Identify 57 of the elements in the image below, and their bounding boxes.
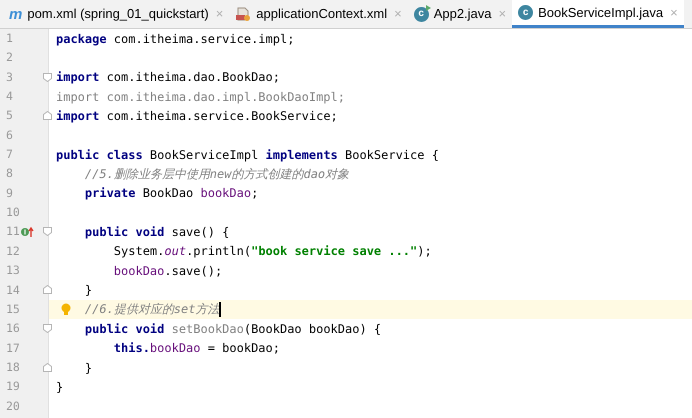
code-line: //6.提供对应的set方法 xyxy=(84,301,220,318)
code-line: import com.itheima.dao.BookDao; xyxy=(56,69,280,86)
code-line: public void setBookDao(BookDao bookDao) { xyxy=(84,320,382,338)
fold-icon[interactable] xyxy=(43,362,52,372)
class-icon: c xyxy=(518,5,534,20)
maven-icon: m xyxy=(9,6,22,22)
line-number: 6 xyxy=(5,126,13,144)
line-number: 14 xyxy=(5,282,20,299)
line-number: 13 xyxy=(5,262,20,280)
code-line: import com.itheima.dao.impl.BookDaoImpl; xyxy=(56,88,345,106)
fold-icon[interactable] xyxy=(43,111,52,120)
lightbulb-icon[interactable] xyxy=(61,302,71,316)
line-number: 20 xyxy=(5,398,20,415)
line-number: 19 xyxy=(5,378,20,396)
implements-gutter-icon[interactable] xyxy=(20,226,34,238)
fold-icon[interactable] xyxy=(43,227,52,236)
editor-tab[interactable]: c BookServiceImpl.java × xyxy=(512,0,684,28)
code-line: public void save() { xyxy=(84,224,230,242)
line-number: 7 xyxy=(5,146,13,164)
editor-tab[interactable]: c App2.java × xyxy=(408,0,512,28)
fold-icon[interactable] xyxy=(43,285,52,294)
tab-label: applicationContext.xml xyxy=(256,5,388,24)
code-line: public class BookServiceImpl implements BookService { xyxy=(56,146,439,164)
tab-label: BookServiceImpl.java xyxy=(538,4,664,22)
line-number: 1 xyxy=(5,30,13,48)
tab-label: App2.java xyxy=(434,5,492,24)
line-number: 4 xyxy=(5,88,13,106)
code-line: import com.itheima.service.BookService; xyxy=(56,108,338,126)
line-number: 16 xyxy=(5,320,20,338)
line-number: 8 xyxy=(5,165,13,182)
line-number: 11 xyxy=(5,223,20,240)
line-number: 10 xyxy=(5,204,20,222)
line-number: 5 xyxy=(5,107,13,124)
code-line: //5.删除业务层中使用new的方式创建的dao对象 xyxy=(84,166,350,184)
code-line: } xyxy=(84,360,92,377)
line-number: 9 xyxy=(5,184,13,202)
xml-file-icon xyxy=(235,6,252,22)
code-line: this.bookDao = bookDao; xyxy=(114,340,280,358)
line-number: 17 xyxy=(5,340,20,357)
editor-tab[interactable]: m pom.xml (spring_01_quickstart) × xyxy=(3,0,230,28)
text-caret xyxy=(219,302,222,317)
editor-tab[interactable]: applicationContext.xml × xyxy=(229,0,408,28)
code-line: bookDao.save(); xyxy=(114,262,222,280)
fold-icon[interactable] xyxy=(43,72,52,82)
line-number: 18 xyxy=(5,358,20,376)
code-line: package com.itheima.service.impl; xyxy=(56,30,294,48)
tab-label: pom.xml (spring_01_quickstart) xyxy=(27,5,209,24)
code-line: System.out.println("book service save ..."); xyxy=(114,243,432,260)
line-number: 3 xyxy=(5,68,13,86)
code-line: } xyxy=(84,282,92,300)
fold-icon[interactable] xyxy=(43,324,52,334)
code-line: } xyxy=(56,378,64,396)
line-number: 12 xyxy=(5,242,20,260)
line-number: 2 xyxy=(5,49,13,66)
code-line: private BookDao bookDao; xyxy=(84,185,258,202)
runnable-class-icon: c xyxy=(414,6,429,22)
line-number: 15 xyxy=(5,300,20,318)
